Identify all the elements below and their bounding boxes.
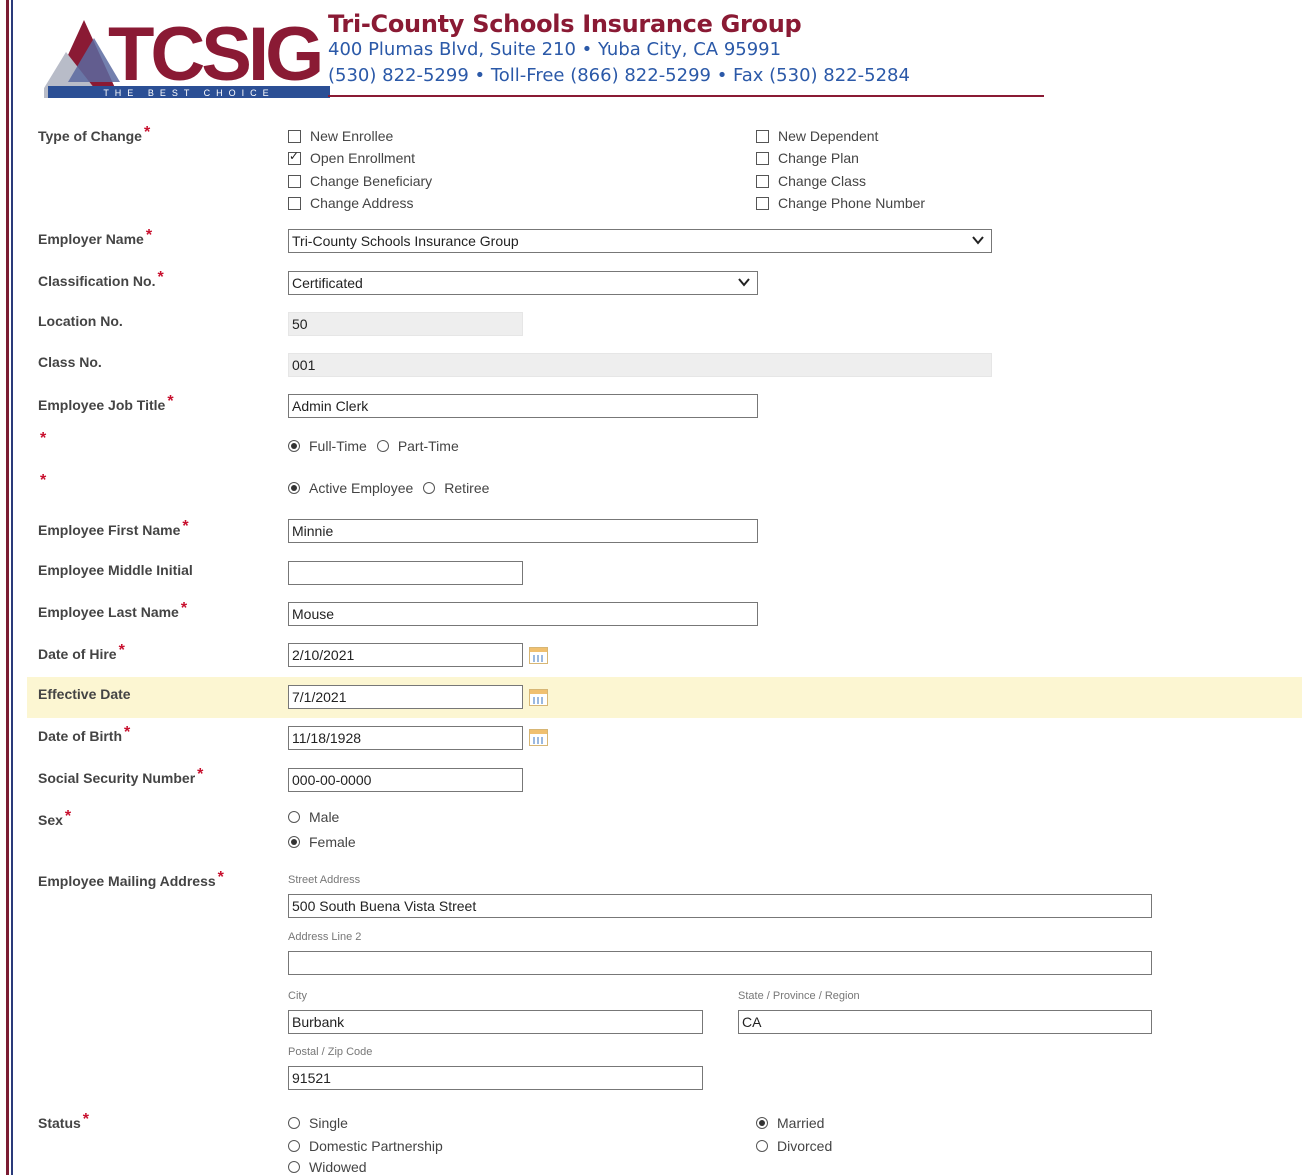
calendar-icon[interactable]: [529, 729, 548, 746]
zip-sublabel: Postal / Zip Code: [288, 1046, 373, 1058]
radio-part-time-label[interactable]: Part-Time: [398, 438, 459, 454]
state-sublabel: State / Province / Region: [738, 990, 860, 1002]
radio-active-employee[interactable]: Active Employee Retiree: [288, 480, 489, 496]
tcsig-logo: TCSIG THE BEST CHOICE: [44, 12, 330, 98]
location-field: 50: [288, 312, 523, 336]
city-sublabel: City: [288, 990, 307, 1002]
checkbox-change-phone-number[interactable]: Change Phone Number: [756, 195, 925, 211]
class-no-label: Class No.: [38, 354, 102, 370]
employer-name-label: Employer Name *: [38, 227, 153, 247]
radio-domestic-partnership[interactable]: Domestic Partnership: [288, 1138, 443, 1154]
radio-icon[interactable]: [288, 811, 300, 823]
radio-icon[interactable]: [288, 1140, 300, 1152]
header-divider: [328, 95, 1044, 97]
radio-icon[interactable]: [288, 1117, 300, 1129]
radio-retiree-label[interactable]: Retiree: [444, 480, 489, 496]
left-border-inner: [11, 0, 13, 1175]
radio-selected-icon[interactable]: [288, 482, 300, 494]
type-of-change-label: Type of Change *: [38, 124, 151, 144]
radio-widowed[interactable]: Widowed: [288, 1159, 367, 1175]
zip-input[interactable]: 91521: [288, 1066, 703, 1090]
effective-date-label: Effective Date: [38, 686, 131, 702]
street-address-input[interactable]: 500 South Buena Vista Street: [288, 894, 1152, 918]
chevron-down-icon: [738, 278, 750, 287]
classification-label: Classification No. *: [38, 269, 164, 289]
checkbox-open-enrollment[interactable]: Open Enrollment: [288, 149, 415, 166]
checkbox-icon[interactable]: [756, 151, 769, 165]
checkbox-icon[interactable]: [756, 174, 769, 188]
checkbox-icon[interactable]: [288, 174, 301, 188]
radio-single[interactable]: Single: [288, 1115, 348, 1131]
address-line2-sublabel: Address Line 2: [288, 931, 362, 943]
checkbox-icon[interactable]: [288, 129, 301, 143]
radio-divorced[interactable]: Divorced: [756, 1138, 832, 1154]
checkbox-change-plan[interactable]: Change Plan: [756, 150, 859, 166]
checkbox-change-class[interactable]: Change Class: [756, 173, 866, 189]
sex-label: Sex *: [38, 808, 72, 828]
org-address: 400 Plumas Blvd, Suite 210 • Yuba City, …: [328, 39, 782, 60]
job-title-label: Employee Job Title *: [38, 393, 174, 413]
calendar-icon[interactable]: [529, 689, 548, 706]
date-of-hire-input[interactable]: 2/10/2021: [288, 643, 523, 667]
org-name: Tri-County Schools Insurance Group: [328, 10, 802, 38]
checkbox-new-enrollee[interactable]: New Enrollee: [288, 128, 393, 144]
calendar-icon[interactable]: [529, 647, 548, 664]
mailing-address-label: Employee Mailing Address *: [38, 869, 224, 889]
radio-icon[interactable]: [423, 482, 436, 494]
city-input[interactable]: Burbank: [288, 1010, 703, 1034]
radio-full-time[interactable]: Full-Time Part-Time: [288, 438, 459, 454]
radio-female[interactable]: Female: [288, 834, 356, 850]
radio-icon[interactable]: [288, 1161, 300, 1173]
left-border: [6, 0, 9, 1175]
effective-date-row-highlight: [27, 677, 1302, 718]
middle-initial-label: Employee Middle Initial: [38, 562, 193, 578]
radio-icon[interactable]: [376, 440, 389, 452]
ssn-label: Social Security Number *: [38, 766, 204, 786]
classification-select[interactable]: Certificated: [288, 271, 758, 295]
radio-icon[interactable]: [756, 1140, 768, 1152]
checkbox-icon[interactable]: [756, 196, 769, 210]
first-name-label: Employee First Name *: [38, 518, 189, 538]
location-label: Location No.: [38, 313, 123, 329]
employee-type-required-mark: *: [40, 472, 47, 489]
first-name-input[interactable]: Minnie: [288, 519, 758, 543]
ssn-input[interactable]: 000-00-0000: [288, 768, 523, 792]
checkbox-change-address[interactable]: Change Address: [288, 195, 414, 211]
middle-initial-input[interactable]: [288, 561, 523, 585]
radio-married[interactable]: Married: [756, 1115, 824, 1131]
radio-selected-icon[interactable]: [756, 1117, 768, 1129]
last-name-label: Employee Last Name *: [38, 600, 188, 620]
date-of-birth-label: Date of Birth *: [38, 724, 131, 744]
logo-text: TCSIG: [108, 12, 320, 97]
radio-selected-icon[interactable]: [288, 836, 300, 848]
work-type-required-mark: *: [40, 430, 47, 447]
checkbox-change-beneficiary[interactable]: Change Beneficiary: [288, 173, 432, 189]
org-phones: (530) 822-5299 • Toll-Free (866) 822-529…: [328, 65, 910, 86]
logo-tagline: THE BEST CHOICE: [103, 88, 274, 98]
header: TCSIG THE BEST CHOICE Tri-County Schools…: [40, 8, 1050, 100]
effective-date-input[interactable]: 7/1/2021: [288, 685, 523, 709]
job-title-input[interactable]: Admin Clerk: [288, 394, 758, 418]
status-label: Status *: [38, 1111, 90, 1131]
employer-name-select[interactable]: Tri-County Schools Insurance Group: [288, 229, 992, 253]
chevron-down-icon: [972, 236, 984, 245]
state-input[interactable]: CA: [738, 1010, 1152, 1034]
checkbox-checked-icon[interactable]: [288, 149, 301, 165]
checkbox-new-dependent[interactable]: New Dependent: [756, 128, 878, 144]
checkbox-icon[interactable]: [288, 196, 301, 210]
last-name-input[interactable]: Mouse: [288, 602, 758, 626]
radio-male[interactable]: Male: [288, 809, 339, 825]
date-of-birth-input[interactable]: 11/18/1928: [288, 726, 523, 750]
address-line2-input[interactable]: [288, 951, 1152, 975]
street-address-sublabel: Street Address: [288, 874, 361, 886]
checkbox-icon[interactable]: [756, 129, 769, 143]
radio-selected-icon[interactable]: [288, 440, 300, 452]
date-of-hire-label: Date of Hire *: [38, 642, 125, 662]
class-no-field: 001: [288, 353, 992, 377]
